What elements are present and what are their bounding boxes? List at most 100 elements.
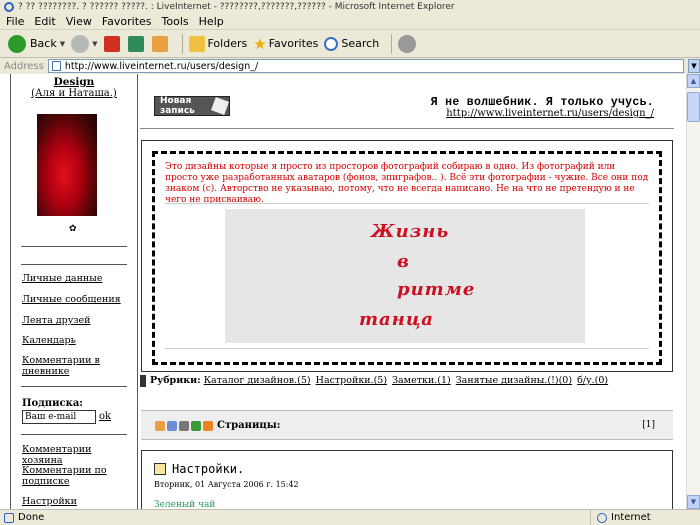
menu-favorites[interactable]: Favorites [102,15,152,28]
share-icon[interactable] [191,421,201,431]
address-input[interactable]: http://www.liveinternet.ru/users/design_… [47,59,684,73]
home-icon[interactable] [151,35,168,52]
pages-label: Страницы: [217,420,281,431]
page-icon [51,61,61,71]
rubrics-marker [140,375,146,387]
zone-label: Internet [611,512,651,523]
print-icon[interactable] [179,421,189,431]
pager-icons [155,421,213,431]
avatar [37,114,97,216]
folders-button[interactable]: Folders [188,35,247,52]
window-title: ? ?? ????????. ? ?????? ?????. : LiveInt… [18,1,455,12]
main-column: Новая запись Я не волшебник. Я только уч… [140,74,674,509]
new-post-button[interactable]: Новая запись [154,96,230,116]
menu-file[interactable]: File [6,15,24,28]
stop-icon[interactable] [103,35,120,52]
search-label: Search [341,37,380,50]
email-field[interactable]: Ваш e-mail [22,410,96,424]
media-icon[interactable] [398,34,417,53]
post-card: Это дизайны которые я просто из просторо… [141,140,673,372]
window-titlebar: ? ?? ????????. ? ?????? ?????. : LiveInt… [0,0,700,13]
status-left: Done [0,512,590,523]
star-icon: ★ [253,34,267,53]
sidebar-link-friends-feed[interactable]: Лента друзей [22,315,127,326]
sidebar-link-messages[interactable]: Личные сообщения [22,294,127,305]
rubrics-line: Рубрики: Катaлог дизайнов.(5) Настройки.… [150,375,610,386]
favorites-button[interactable]: ★ Favorites [253,35,318,53]
menu-tools[interactable]: Tools [162,15,189,28]
ie-icon [4,1,14,12]
plus-icon[interactable] [155,421,165,431]
menu-view[interactable]: View [66,15,92,28]
sidebar-divider [21,264,127,265]
vertical-scrollbar[interactable]: ▲ ▼ [686,74,700,509]
scroll-up-icon[interactable]: ▲ [687,74,700,88]
post-card: Настройки. Вторник, 01 Августа 2006 г. 1… [141,450,673,509]
art-word-3: ритме [397,279,476,300]
blog-authors[interactable]: (Аля и Наташа.) [11,88,137,99]
rubrics-label: Рубрики: [150,375,201,386]
sidebar: Design (Аля и Наташа.) ✿ Личные данные Л… [10,74,138,509]
menu-bar: File Edit View Favorites Tools Help [0,13,700,30]
chevron-down-icon[interactable]: ▼ [92,40,97,48]
scroll-thumb[interactable] [687,92,700,122]
post-divider [165,203,649,204]
sidebar-divider [21,386,127,387]
post-artwork: Жизнь в ритме танца [225,209,585,343]
sidebar-link-owner-comments[interactable]: Комментарии хозяина [22,444,127,466]
rss-icon[interactable] [203,421,213,431]
rubric-link-taken[interactable]: Занятые дизайны.(!)(0) [456,375,572,386]
search-button[interactable]: Search [324,36,380,51]
scroll-down-icon[interactable]: ▼ [687,495,700,509]
blog-url-link[interactable]: http://www.liveinternet.ru/users/design_… [446,108,654,119]
page-number-link[interactable]: [1] [642,420,655,430]
header-divider [140,128,674,134]
page-icon [4,512,14,523]
sidebar-link-subscription-comments[interactable]: Комментарии по подписке [22,465,127,487]
status-text: Done [18,512,45,523]
address-label: Address [4,60,44,72]
art-word-4: танца [359,309,434,330]
back-arrow-icon [8,34,26,53]
post-body-snippet: Зеленый чай [154,500,216,509]
sidebar-link-calendar[interactable]: Календарь [22,335,127,346]
save-icon[interactable] [167,421,177,431]
subscribe-ok-link[interactable]: ok [99,411,111,422]
rubric-link-used[interactable]: б/у.(0) [577,375,608,386]
folder-icon [188,35,205,52]
menu-help[interactable]: Help [199,15,224,28]
blog-title-link[interactable]: Design [11,76,137,88]
refresh-icon[interactable] [127,35,144,52]
rubric-link-notes[interactable]: Заметки.(1) [392,375,451,386]
globe-icon [597,512,607,523]
subscribe-label: Подписка: [22,398,83,409]
address-bar: Address http://www.liveinternet.ru/users… [0,58,700,74]
forward-button[interactable]: ▼ [71,34,98,53]
back-button[interactable]: Back ▼ [8,34,65,53]
post-intro-text: Это дизайны которые я просто из просторо… [165,162,649,205]
address-dropdown[interactable]: ▼ [688,59,700,73]
sidebar-divider [21,246,127,247]
forward-arrow-icon [71,34,90,53]
favorites-label: Favorites [268,37,319,50]
sidebar-divider [21,434,127,435]
sidebar-link-diary-settings[interactable]: Настройки дневника [22,496,127,509]
menu-edit[interactable]: Edit [34,15,55,28]
pager-bar: Страницы: [1] [141,410,673,440]
sidebar-link-personal-data[interactable]: Личные данные [22,273,127,284]
toolbar: Back ▼ ▼ Folders ★ Favorites Search [0,30,700,58]
art-word-2: в [397,251,410,272]
status-bar: Done Internet [0,509,700,525]
chevron-down-icon[interactable]: ▼ [60,40,65,48]
toolbar-separator [181,33,183,54]
back-label: Back [30,37,57,50]
art-word-1: Жизнь [371,221,450,242]
rubric-link-settings[interactable]: Настройки.(5) [316,375,387,386]
page-content: Design (Аля и Наташа.) ✿ Личные данные Л… [0,74,686,509]
post-divider [165,348,649,349]
post-title[interactable]: Настройки. [172,462,244,476]
flower-icon: ✿ [69,224,77,234]
sidebar-link-comments[interactable]: Комментарии в дневнике [22,355,127,377]
rubric-link-catalog[interactable]: Катaлог дизайнов.(5) [204,375,311,386]
post-dashed-frame: Это дизайны которые я просто из просторо… [152,151,662,365]
